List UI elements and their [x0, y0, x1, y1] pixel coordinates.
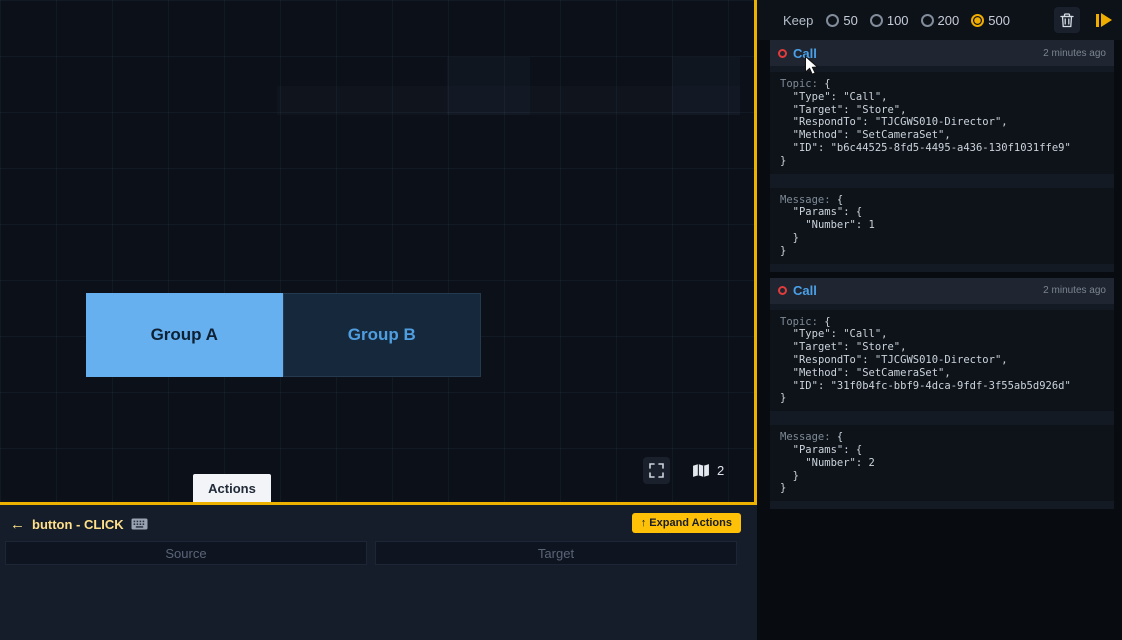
topic-label: Topic:: [780, 78, 818, 90]
status-ring-icon: [778, 49, 787, 58]
action-title: button - CLICK: [32, 517, 124, 532]
group-button-row: Group A Group B: [86, 293, 481, 377]
topic-body: { "Type": "Call", "Target": "Store", "Re…: [780, 78, 1071, 167]
action-editor-panel: ← button - CLICK ↑ Expand Actions: [0, 505, 757, 640]
map-icon: [692, 463, 710, 478]
message-card-header[interactable]: Call 2 minutes ago: [770, 40, 1114, 66]
clear-log-button[interactable]: [1054, 7, 1080, 33]
keep-option-label: 200: [938, 13, 960, 28]
radio-circle-icon: [971, 14, 984, 27]
play-icon: [1096, 14, 1099, 27]
message-title: Call: [793, 46, 817, 61]
status-ring-icon: [778, 286, 787, 295]
map-count: 2: [717, 463, 724, 478]
source-input[interactable]: [5, 541, 367, 565]
group-a-button[interactable]: Group A: [86, 293, 283, 377]
radio-circle-icon: [870, 14, 883, 27]
minimap-toggle-button[interactable]: 2: [692, 457, 724, 484]
keep-option-label: 50: [843, 13, 857, 28]
back-button[interactable]: ←: [10, 516, 25, 533]
message-timestamp: 2 minutes ago: [1043, 48, 1106, 59]
actions-tab[interactable]: Actions: [193, 474, 271, 502]
message-card-header[interactable]: Call 2 minutes ago: [770, 278, 1114, 304]
keep-option-label: 500: [988, 13, 1010, 28]
fit-view-button[interactable]: [643, 457, 670, 484]
message-label: Message:: [780, 194, 831, 206]
expand-actions-button[interactable]: ↑ Expand Actions: [632, 513, 741, 533]
keep-option-100[interactable]: 100: [870, 13, 909, 28]
action-editor-header: ← button - CLICK ↑ Expand Actions: [0, 505, 757, 539]
topic-json: Topic: { "Type": "Call", "Target": "Stor…: [770, 310, 1114, 412]
group-a-label: Group A: [151, 325, 218, 345]
radio-circle-icon: [921, 14, 934, 27]
grid-highlight: [277, 86, 740, 115]
resume-log-button[interactable]: [1096, 13, 1112, 27]
message-json: Message: { "Params": { "Number": 2 } }: [770, 425, 1114, 501]
keep-option-50[interactable]: 50: [826, 13, 857, 28]
log-toolbar: Keep 50 100 200 500: [757, 0, 1122, 40]
keyboard-icon: [131, 518, 148, 530]
message-json: Message: { "Params": { "Number": 1 } }: [770, 188, 1114, 264]
message-title: Call: [793, 283, 817, 298]
topic-json: Topic: { "Type": "Call", "Target": "Stor…: [770, 72, 1114, 174]
flow-canvas[interactable]: Group A Group B Actions 2: [0, 0, 757, 505]
topic-body: { "Type": "Call", "Target": "Store", "Re…: [780, 316, 1071, 405]
message-card: Call 2 minutes ago Topic: { "Type": "Cal…: [770, 40, 1114, 272]
keep-option-label: 100: [887, 13, 909, 28]
message-list: Call 2 minutes ago Topic: { "Type": "Cal…: [757, 40, 1122, 509]
keep-option-200[interactable]: 200: [921, 13, 960, 28]
message-timestamp: 2 minutes ago: [1043, 285, 1106, 296]
group-b-label: Group B: [348, 325, 416, 345]
message-card: Call 2 minutes ago Topic: { "Type": "Cal…: [770, 278, 1114, 510]
keep-label: Keep: [783, 13, 813, 28]
fullscreen-icon: [649, 463, 664, 478]
message-label: Message:: [780, 431, 831, 443]
topic-label: Topic:: [780, 316, 818, 328]
radio-circle-icon: [826, 14, 839, 27]
trash-icon: [1060, 13, 1074, 28]
message-log-panel: Keep 50 100 200 500: [757, 0, 1122, 640]
keep-option-500[interactable]: 500: [971, 13, 1010, 28]
group-b-button[interactable]: Group B: [283, 293, 482, 377]
mapping-row: [0, 539, 757, 565]
target-input[interactable]: [375, 541, 737, 565]
